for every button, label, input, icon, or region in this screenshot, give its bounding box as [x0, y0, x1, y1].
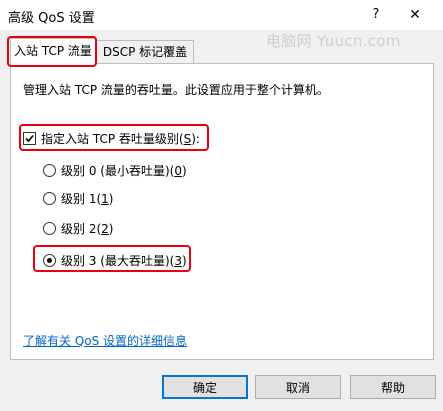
radio-label: 级别 1(1) [61, 192, 114, 206]
radio-label: 级别 2(2) [61, 222, 114, 236]
radio-level-2[interactable]: 级别 2(2) [43, 220, 113, 237]
help-button[interactable]: 帮助 [350, 375, 436, 399]
radio-button[interactable] [43, 192, 56, 205]
radio-button[interactable] [43, 222, 56, 235]
radio-dot-icon [47, 258, 52, 263]
radio-label: 级别 0 (最小吞吐量)(0) [61, 164, 187, 178]
window-title: 高级 QoS 设置 [8, 11, 95, 26]
qos-dialog: 高级 QoS 设置 ? ✕ 电脑网 Yuucn.com 入站 TCP 流量 DS… [0, 0, 443, 411]
checkmark-icon [25, 134, 34, 143]
radio-button[interactable] [43, 164, 56, 177]
description-text: 管理入站 TCP 流量的吞吐量。此设置应用于整个计算机。 [23, 83, 329, 97]
watermark: 电脑网 Yuucn.com [266, 32, 401, 50]
radio-level-0[interactable]: 级别 0 (最小吞吐量)(0) [43, 162, 187, 179]
help-icon[interactable]: ? [363, 5, 389, 25]
radio-level-3[interactable]: 级别 3 (最大吞吐量)(3) [43, 252, 187, 269]
qos-help-link[interactable]: 了解有关 QoS 设置的详细信息 [23, 332, 187, 349]
close-icon[interactable]: ✕ [402, 4, 428, 26]
tab-panel: 管理入站 TCP 流量的吞吐量。此设置应用于整个计算机。 指定入站 TCP 吞吐… [10, 63, 434, 360]
throughput-checkbox[interactable] [23, 132, 36, 145]
tab-inbound-tcp[interactable]: 入站 TCP 流量 [10, 38, 96, 65]
radio-button-selected[interactable] [43, 254, 56, 267]
throughput-checkbox-label: 指定入站 TCP 吞吐量级别(S): [41, 132, 200, 146]
radio-level-1[interactable]: 级别 1(1) [43, 190, 113, 207]
radio-label: 级别 3 (最大吞吐量)(3) [61, 254, 187, 268]
tab-dscp-override[interactable]: DSCP 标记覆盖 [96, 40, 194, 63]
title-bar: 高级 QoS 设置 ? ✕ [0, 0, 443, 30]
throughput-checkbox-row[interactable]: 指定入站 TCP 吞吐量级别(S): [23, 130, 200, 147]
cancel-button[interactable]: 取消 [255, 375, 341, 399]
ok-button[interactable]: 确定 [162, 375, 248, 399]
